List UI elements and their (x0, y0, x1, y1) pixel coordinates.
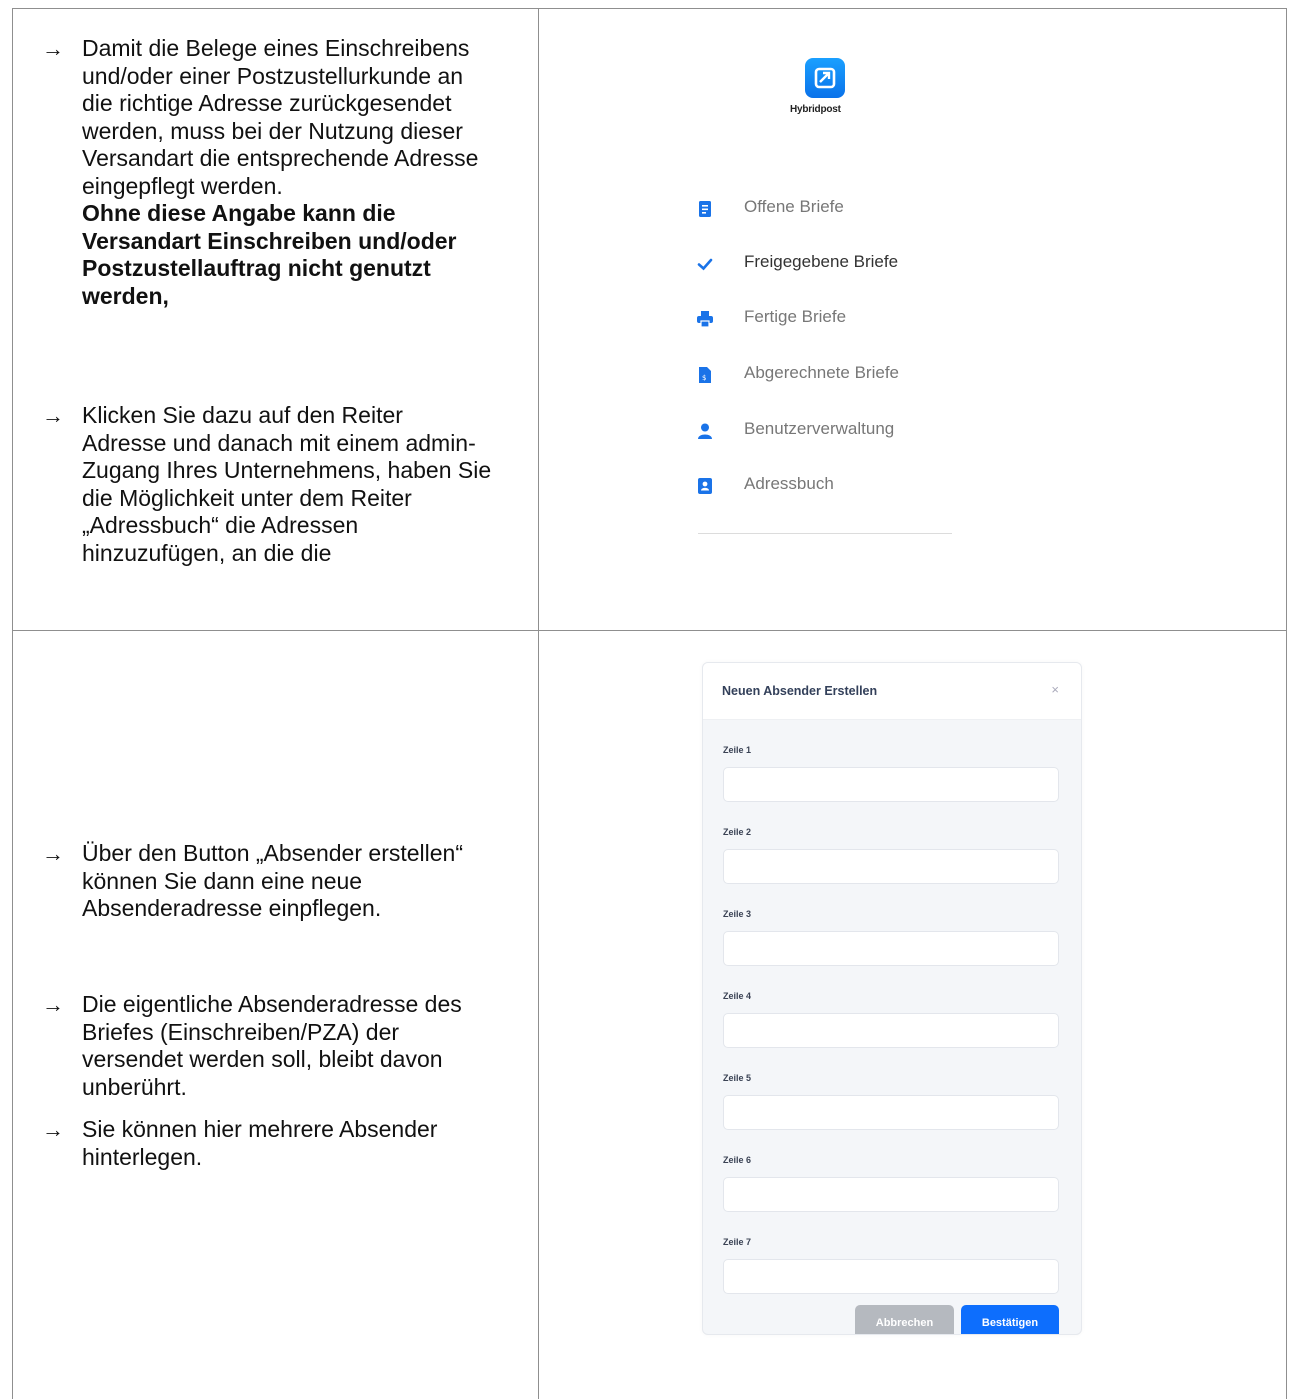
nav-item-benutzerverwaltung[interactable]: Benutzerverwaltung (696, 418, 1016, 448)
arrow-icon: → (42, 841, 64, 866)
zeile-6-input[interactable] (723, 1177, 1059, 1212)
nav-item-label: Offene Briefe (744, 197, 844, 216)
instruction-paragraph-1: → Damit die Belege eines Einschreibens u… (42, 35, 492, 310)
checkmark-icon (696, 255, 714, 273)
field-label-zeile-4: Zeile 4 (723, 991, 752, 1001)
instruction-text-3: Über den Button „Absender erstellen“ kön… (82, 840, 463, 921)
hybridpost-logo-icon (805, 58, 845, 98)
nav-item-label: Freigegebene Briefe (744, 252, 899, 271)
field-label-zeile-6: Zeile 6 (723, 1155, 752, 1165)
field-label-zeile-3: Zeile 3 (723, 909, 752, 919)
modal-header: Neuen Absender Erstellen × (703, 663, 1081, 720)
nav-item-abgerechnete-briefe[interactable]: $ Abgerechnete Briefe (696, 362, 1016, 392)
table-row-divider (12, 630, 1287, 631)
nav-item-fertige-briefe[interactable]: Fertige Briefe (696, 306, 1016, 336)
nav-item-label: Fertige Briefe (744, 307, 847, 326)
nav-item-freigegebene-briefe[interactable]: Freigegebene Briefe (696, 251, 1016, 281)
close-icon[interactable]: × (1051, 682, 1059, 697)
zeile-5-input[interactable] (723, 1095, 1059, 1130)
cancel-button[interactable]: Abbrechen (855, 1305, 954, 1334)
confirm-button[interactable]: Bestätigen (961, 1305, 1059, 1334)
instruction-paragraph-3: → Über den Button „Absender erstellen“ k… (42, 840, 492, 923)
instruction-bold-warning: Ohne diese Angabe kann die Versandart Ei… (82, 200, 457, 309)
printer-icon (696, 310, 714, 328)
zeile-7-input[interactable] (723, 1259, 1059, 1294)
document-icon (696, 200, 714, 218)
zeile-4-input[interactable] (723, 1013, 1059, 1048)
table-border-left (12, 8, 13, 1399)
instruction-text-2: Klicken Sie dazu auf den Reiter Adresse … (82, 402, 492, 566)
zeile-1-input[interactable] (723, 767, 1059, 802)
table-border-top (12, 8, 1287, 9)
nav-item-label: Benutzerverwaltung (744, 419, 895, 438)
table-border-right-bottom (1286, 630, 1287, 1399)
sidebar-divider (698, 533, 952, 534)
zeile-2-input[interactable] (723, 849, 1059, 884)
user-icon (696, 422, 714, 440)
instruction-paragraph-5: → Sie können hier mehrere Absender hinte… (42, 1116, 492, 1171)
modal-title: Neuen Absender Erstellen (722, 684, 878, 698)
zeile-3-input[interactable] (723, 931, 1059, 966)
address-book-icon (696, 477, 714, 495)
instruction-text-4: Die eigentliche Absenderadresse des Brie… (82, 991, 462, 1100)
arrow-icon: → (42, 1117, 64, 1142)
arrow-icon: → (42, 992, 64, 1017)
create-sender-modal: Neuen Absender Erstellen × Zeile 1 Zeile… (702, 662, 1082, 1335)
field-label-zeile-5: Zeile 5 (723, 1073, 752, 1083)
field-label-zeile-1: Zeile 1 (723, 745, 752, 755)
instruction-text-1: Damit die Belege eines Einschreibens und… (82, 35, 479, 199)
logo-text: Hybridpost (790, 104, 841, 115)
arrow-icon: → (42, 403, 64, 428)
nav-item-offene-briefe[interactable]: Offene Briefe (696, 196, 1016, 226)
nav-item-label: Adressbuch (744, 474, 834, 493)
table-column-divider (538, 8, 539, 1399)
field-label-zeile-7: Zeile 7 (723, 1237, 752, 1247)
field-label-zeile-2: Zeile 2 (723, 827, 752, 837)
instruction-paragraph-4: → Die eigentliche Absenderadresse des Br… (42, 991, 492, 1101)
arrow-icon: → (42, 36, 64, 61)
instruction-paragraph-2: → Klicken Sie dazu auf den Reiter Adress… (42, 402, 492, 567)
invoice-icon: $ (696, 366, 714, 384)
instruction-text-5: Sie können hier mehrere Absender hinterl… (82, 1116, 438, 1170)
nav-item-label: Abgerechnete Briefe (744, 363, 899, 382)
nav-item-adressbuch[interactable]: Adressbuch (696, 473, 1016, 503)
table-border-right-top (1286, 8, 1287, 631)
svg-text:$: $ (702, 374, 706, 382)
